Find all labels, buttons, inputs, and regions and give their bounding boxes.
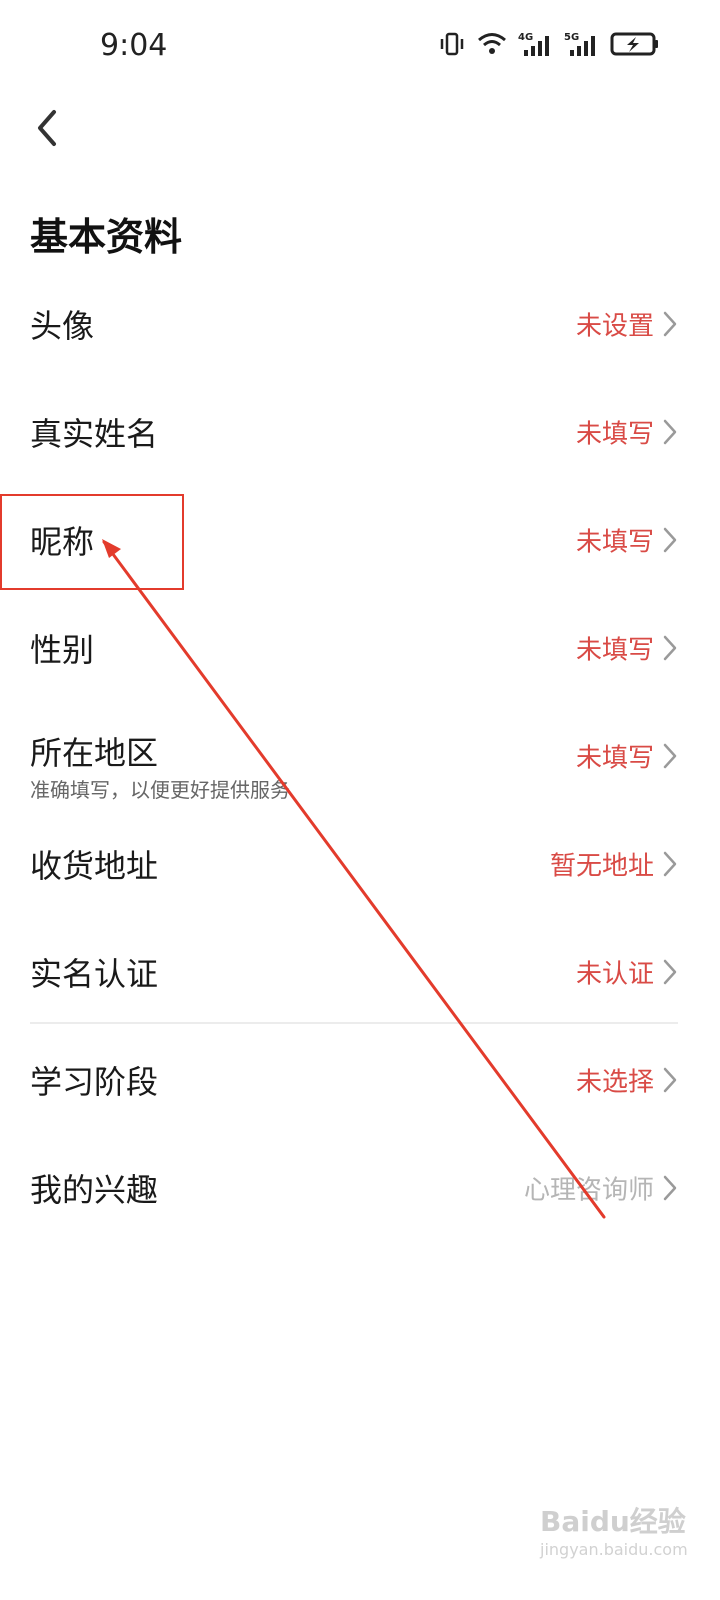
section-divider: [30, 1022, 678, 1024]
row-value: 未认证: [575, 959, 654, 990]
chevron-right-icon: [663, 635, 677, 661]
annotation-highlight-box: [0, 494, 184, 590]
status-bar: 9:04 4G 5G: [0, 0, 720, 96]
battery-charging-icon: [610, 32, 658, 56]
row-value: 未填写: [575, 635, 654, 666]
row-real-name[interactable]: 真实姓名 未填写: [0, 378, 720, 486]
watermark-brand: Baidu经验: [540, 1505, 686, 1538]
vibrate-icon: [440, 32, 464, 56]
chevron-right-icon: [663, 311, 677, 337]
row-label: 收货地址: [30, 847, 159, 885]
page-title: 基本资料: [30, 215, 183, 259]
row-label: 头像: [30, 307, 95, 345]
row-label: 所在地区: [30, 734, 159, 772]
net2-label: 5G: [564, 32, 579, 43]
profile-list: 头像 未设置 真实姓名 未填写 昵称 未填写 性别 未填写 所在地区 准确填写，…: [0, 270, 720, 1242]
row-label: 性别: [30, 631, 95, 669]
row-shipping-address[interactable]: 收货地址 暂无地址: [0, 810, 720, 918]
status-icons: 4G 5G: [438, 30, 660, 58]
row-value: 未设置: [575, 311, 654, 342]
row-value: 未填写: [575, 743, 654, 774]
row-value: 未选择: [575, 1067, 654, 1098]
row-value: 心理咨询师: [523, 1175, 654, 1206]
row-avatar[interactable]: 头像 未设置: [0, 270, 720, 378]
watermark-url: jingyan.baidu.com: [540, 1540, 688, 1559]
net1-label: 4G: [518, 32, 533, 43]
row-region[interactable]: 所在地区 准确填写，以便更好提供服务 未填写: [0, 702, 720, 810]
row-interests[interactable]: 我的兴趣 心理咨询师: [0, 1134, 720, 1242]
row-label: 我的兴趣: [30, 1171, 159, 1209]
chevron-right-icon: [663, 743, 677, 769]
row-value: 未填写: [575, 419, 654, 450]
wifi-icon: [478, 33, 506, 54]
signal-4g-icon: 4G: [518, 32, 549, 56]
row-value: 暂无地址: [549, 851, 654, 882]
status-time: 9:04: [100, 28, 168, 63]
chevron-right-icon: [663, 527, 677, 553]
row-hint: 准确填写，以便更好提供服务: [30, 778, 290, 802]
chevron-right-icon: [663, 419, 677, 445]
chevron-right-icon: [663, 959, 677, 985]
row-value: 未填写: [575, 527, 654, 558]
back-arrow-icon[interactable]: [28, 104, 72, 152]
row-study-stage[interactable]: 学习阶段 未选择: [0, 1026, 720, 1134]
row-label: 学习阶段: [30, 1063, 159, 1101]
row-identity-verification[interactable]: 实名认证 未认证: [0, 918, 720, 1026]
chevron-right-icon: [663, 1175, 677, 1201]
signal-5g-icon: 5G: [564, 32, 595, 56]
chevron-right-icon: [663, 1067, 677, 1093]
chevron-right-icon: [663, 851, 677, 877]
row-label: 真实姓名: [30, 415, 159, 453]
row-label: 实名认证: [30, 955, 159, 993]
row-gender[interactable]: 性别 未填写: [0, 594, 720, 702]
